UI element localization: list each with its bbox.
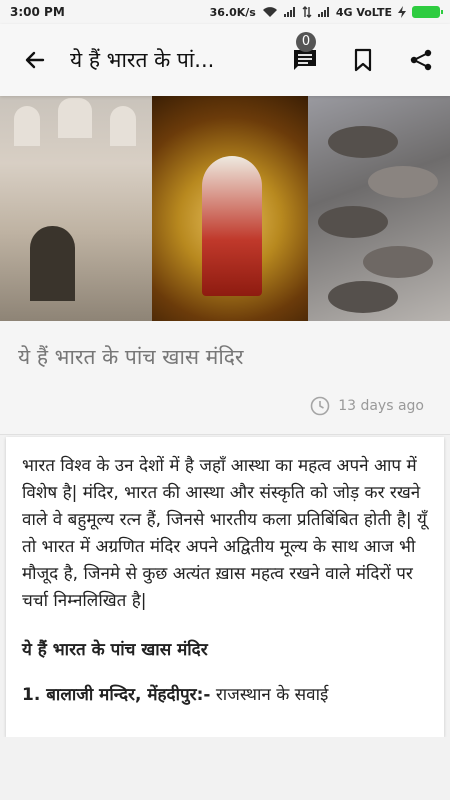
article-headline: ये हैं भारत के पांच खास मंदिर bbox=[18, 345, 244, 369]
share-icon bbox=[410, 49, 432, 71]
article-date: 13 days ago bbox=[310, 396, 424, 416]
battery-icon bbox=[412, 6, 443, 18]
status-bar: 3:00 PM 36.0K/s 4G VoLTE bbox=[0, 0, 450, 24]
article-date-text: 13 days ago bbox=[338, 398, 424, 414]
article-subheading: ये हैं भारत के पांच खास मंदिर bbox=[22, 640, 208, 660]
list-item-text: राजस्थान के सवाई bbox=[210, 685, 329, 705]
comments-button[interactable]: 0 bbox=[276, 24, 334, 96]
wifi-icon bbox=[262, 7, 277, 17]
status-right: 36.0K/s 4G VoLTE bbox=[209, 5, 443, 19]
share-button[interactable] bbox=[392, 24, 450, 96]
signal-icon bbox=[283, 7, 296, 17]
article-hero-image bbox=[0, 96, 450, 321]
charging-icon bbox=[398, 6, 406, 18]
bookmark-button[interactable] bbox=[334, 24, 392, 96]
data-arrows-icon bbox=[302, 6, 312, 18]
bottom-area bbox=[0, 737, 450, 800]
app-bar-actions: 0 bbox=[276, 24, 450, 96]
network-speed: 36.0K/s bbox=[209, 5, 256, 19]
temple-rats-photo bbox=[308, 96, 450, 321]
back-button[interactable] bbox=[0, 24, 70, 96]
article-intro: भारत विश्व के उन देशों में है जहाँ आस्था… bbox=[22, 456, 427, 611]
list-item-title: 1. बालाजी मन्दिर, मेंहदीपुर:- bbox=[22, 685, 211, 705]
back-arrow-icon bbox=[25, 51, 45, 69]
list-item: 1. बालाजी मन्दिर, मेंहदीपुर:- राजस्थान क… bbox=[22, 682, 430, 705]
app-bar: ये हैं भारत के पां... 0 bbox=[0, 24, 450, 96]
temple-facade-photo bbox=[0, 96, 152, 321]
signal-icon-2 bbox=[317, 7, 330, 17]
clock-icon bbox=[310, 396, 330, 416]
comment-count-badge: 0 bbox=[296, 32, 316, 52]
network-type: 4G VoLTE bbox=[335, 5, 392, 19]
status-time: 3:00 PM bbox=[10, 5, 65, 19]
article-header: ये हैं भारत के पांच खास मंदिर 13 days ag… bbox=[0, 321, 450, 435]
bookmark-icon bbox=[354, 48, 372, 72]
deity-shrine-photo bbox=[152, 96, 308, 321]
app-bar-title: ये हैं भारत के पां... bbox=[70, 48, 215, 72]
article-body-card: भारत विश्व के उन देशों में है जहाँ आस्था… bbox=[6, 437, 444, 737]
